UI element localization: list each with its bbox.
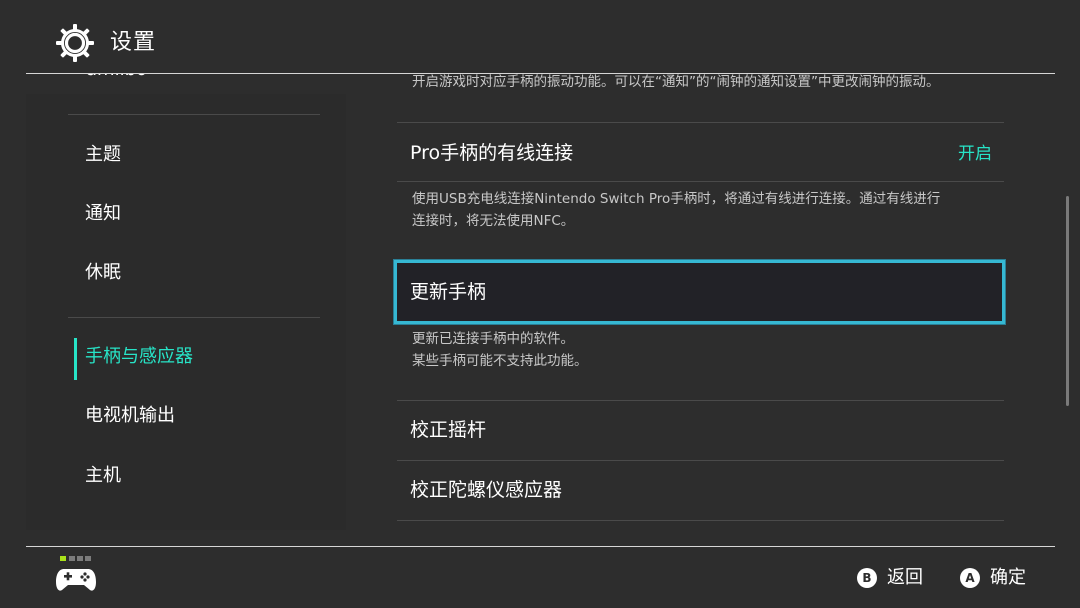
row-label: 校正摇杆 — [410, 419, 487, 441]
main-divider — [397, 181, 1004, 182]
row-label: 更新手柄 — [410, 281, 487, 303]
status-value: 开启 — [958, 144, 992, 164]
description-line: 连接时，将无法使用NFC。 — [412, 213, 575, 229]
sidebar-item-label: 休眠 — [85, 262, 121, 283]
confirm-button[interactable]: A 确定 — [960, 566, 1040, 590]
active-indicator — [74, 338, 77, 380]
update-description: 更新已连接手柄中的软件。 某些手柄可能不支持此功能。 — [412, 328, 1002, 372]
row-label: 校正陀螺仪感应器 — [410, 479, 563, 501]
b-button-icon: B — [857, 568, 877, 588]
sidebar-item-amiibo[interactable]: amiibo — [86, 74, 147, 82]
sidebar-item-label: 通知 — [85, 203, 121, 224]
sidebar-item-controllers-sensors[interactable]: 手柄与感应器 — [68, 333, 320, 383]
controller-icon — [56, 569, 96, 591]
scrollbar[interactable] — [1066, 196, 1069, 406]
settings-screen: 设置 amiibo 主题 通知 休眠 手柄与感应器 电视机输出 主机 开启游戏时… — [0, 0, 1080, 608]
back-label: 返回 — [887, 567, 923, 588]
vibration-description: 开启游戏时对应手柄的振动功能。可以在“通知”的“闹钟的通知设置”中更改闹钟的振动… — [412, 74, 940, 90]
gear-icon — [56, 24, 94, 62]
calibrate-gyro-row[interactable]: 校正陀螺仪感应器 — [397, 461, 1004, 519]
a-button-icon: A — [960, 568, 980, 588]
pro-wired-description: 使用USB充电线连接Nintendo Switch Pro手柄时，将通过有线进行… — [412, 188, 1002, 232]
main-divider — [397, 122, 1004, 123]
page-title: 设置 — [110, 30, 157, 55]
pro-controller-wired-row[interactable]: Pro手柄的有线连接 开启 — [397, 124, 1004, 182]
confirm-label: 确定 — [990, 567, 1026, 588]
sidebar-item-label: 手柄与感应器 — [85, 346, 193, 367]
description-line: 更新已连接手柄中的软件。 — [412, 331, 574, 347]
sidebar-divider — [68, 317, 320, 318]
sidebar-item-label: 主题 — [85, 144, 121, 165]
sidebar-divider — [68, 114, 320, 115]
sidebar-item-sleep[interactable]: 休眠 — [68, 249, 320, 299]
description-line: 使用USB充电线连接Nintendo Switch Pro手柄时，将通过有线进行… — [412, 191, 941, 207]
row-label: Pro手柄的有线连接 — [410, 142, 574, 164]
calibrate-stick-row[interactable]: 校正摇杆 — [397, 401, 1004, 459]
sidebar-item-notifications[interactable]: 通知 — [68, 190, 320, 240]
main-content: 开启游戏时对应手柄的振动功能。可以在“通知”的“闹钟的通知设置”中更改闹钟的振动… — [346, 74, 1080, 530]
sidebar-item-tv-output[interactable]: 电视机输出 — [68, 392, 320, 442]
player-indicator — [60, 556, 92, 561]
main-divider — [397, 520, 1004, 521]
footer-divider — [26, 546, 1055, 547]
update-controllers-row[interactable]: 更新手柄 — [394, 260, 1005, 324]
back-button[interactable]: B 返回 — [857, 566, 937, 590]
sidebar-item-theme[interactable]: 主题 — [68, 131, 320, 181]
sidebar-item-label: 电视机输出 — [85, 405, 175, 426]
sidebar-item-system[interactable]: 主机 — [68, 452, 320, 502]
description-line: 某些手柄可能不支持此功能。 — [412, 353, 588, 369]
header: 设置 — [0, 0, 1080, 74]
sidebar-item-label: 主机 — [85, 465, 121, 486]
sidebar: amiibo 主题 通知 休眠 手柄与感应器 电视机输出 主机 — [0, 74, 346, 530]
